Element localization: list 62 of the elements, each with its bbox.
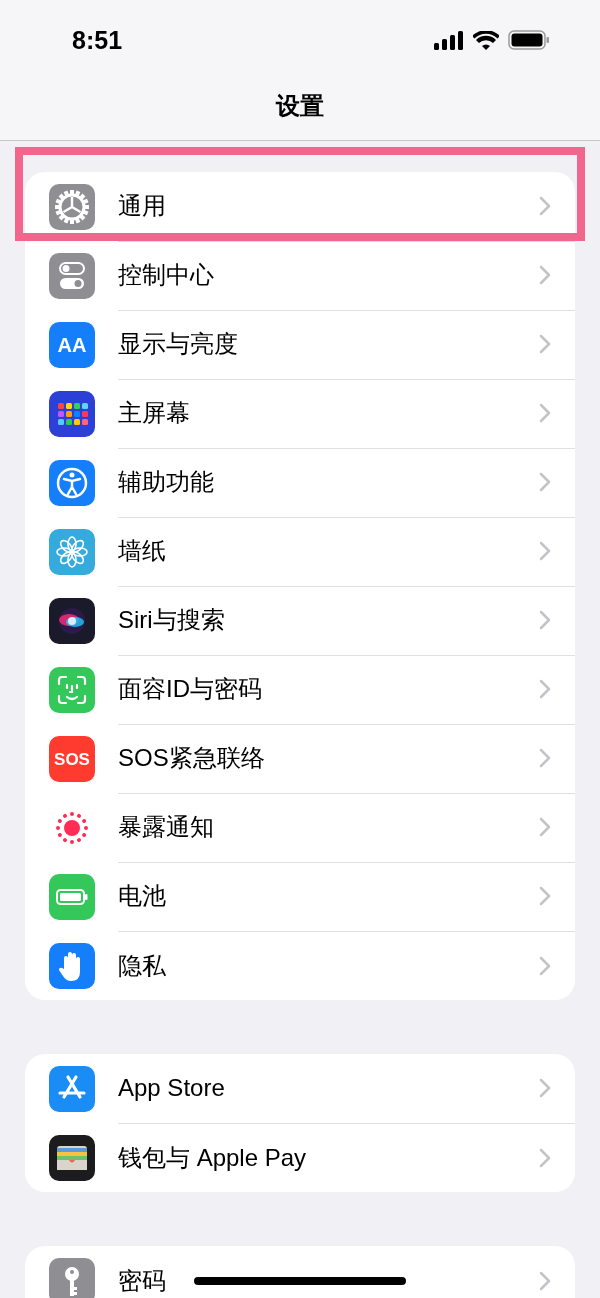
settings-row[interactable]: 辅助功能 — [25, 448, 575, 517]
settings-row[interactable]: 通用 — [25, 172, 575, 241]
settings-row[interactable]: 隐私 — [25, 931, 575, 1000]
chevron-icon — [539, 748, 551, 768]
chevron-icon — [539, 817, 551, 837]
chevron-icon — [539, 955, 551, 976]
setting-label: 墙纸 — [118, 536, 166, 566]
settings-row[interactable]: App Store — [25, 1054, 575, 1123]
chevron-icon — [539, 265, 551, 285]
wifi-icon — [473, 30, 499, 50]
settings-row[interactable]: 控制中心 — [25, 241, 575, 310]
settings-row[interactable]: SOS SOS紧急联络 — [25, 724, 575, 793]
grid-icon — [49, 390, 95, 437]
hand-icon — [49, 942, 95, 989]
setting-label: 控制中心 — [118, 260, 214, 290]
signal-icon — [434, 30, 464, 50]
chevron-icon — [539, 334, 551, 354]
setting-label: 通用 — [118, 191, 166, 221]
chevron-icon — [539, 1147, 551, 1168]
setting-label: 辅助功能 — [118, 467, 214, 497]
accessibility-icon — [49, 459, 95, 506]
setting-label: Siri与搜索 — [118, 605, 225, 635]
wallet-icon — [49, 1134, 95, 1181]
settings-row[interactable]: AA 显示与亮度 — [25, 310, 575, 379]
chevron-icon — [539, 886, 551, 906]
toggles-icon — [49, 252, 95, 299]
setting-label: SOS紧急联络 — [118, 743, 265, 773]
battery-icon — [508, 30, 550, 50]
setting-label: 暴露通知 — [118, 812, 214, 842]
appstore-icon — [49, 1065, 95, 1112]
chevron-icon — [539, 472, 551, 492]
chevron-icon — [539, 610, 551, 630]
setting-label: 钱包与 Apple Pay — [118, 1142, 307, 1173]
settings-row[interactable]: 钱包与 Apple Pay — [25, 1123, 575, 1192]
chevron-icon — [539, 1078, 551, 1098]
settings-row[interactable]: 电池 — [25, 862, 575, 931]
letters-icon: SOS — [49, 735, 95, 782]
setting-label: 主屏幕 — [118, 398, 190, 428]
setting-label: App Store — [118, 1074, 225, 1102]
gear-icon — [49, 183, 95, 230]
chevron-icon — [539, 679, 551, 699]
face-icon — [49, 666, 95, 713]
page-title: 设置 — [276, 91, 324, 122]
setting-label: 电池 — [118, 881, 166, 911]
settings-row[interactable]: 面容ID与密码 — [25, 655, 575, 724]
status-time: 8:51 — [72, 25, 123, 55]
settings-row[interactable]: 墙纸 — [25, 517, 575, 586]
setting-label: 密码 — [118, 1265, 166, 1296]
setting-label: 隐私 — [118, 950, 166, 981]
battery-icon — [49, 873, 95, 920]
settings-row[interactable]: 主屏幕 — [25, 379, 575, 448]
chevron-icon — [539, 196, 551, 216]
siri-icon — [49, 597, 95, 644]
letters-icon: AA — [49, 321, 95, 368]
setting-label: 显示与亮度 — [118, 329, 238, 359]
chevron-icon — [539, 403, 551, 423]
settings-row[interactable]: 暴露通知 — [25, 793, 575, 862]
chevron-icon — [539, 1270, 551, 1291]
flower-icon — [49, 528, 95, 575]
settings-row[interactable]: Siri与搜索 — [25, 586, 575, 655]
setting-label: 面容ID与密码 — [118, 674, 262, 704]
chevron-icon — [539, 541, 551, 561]
